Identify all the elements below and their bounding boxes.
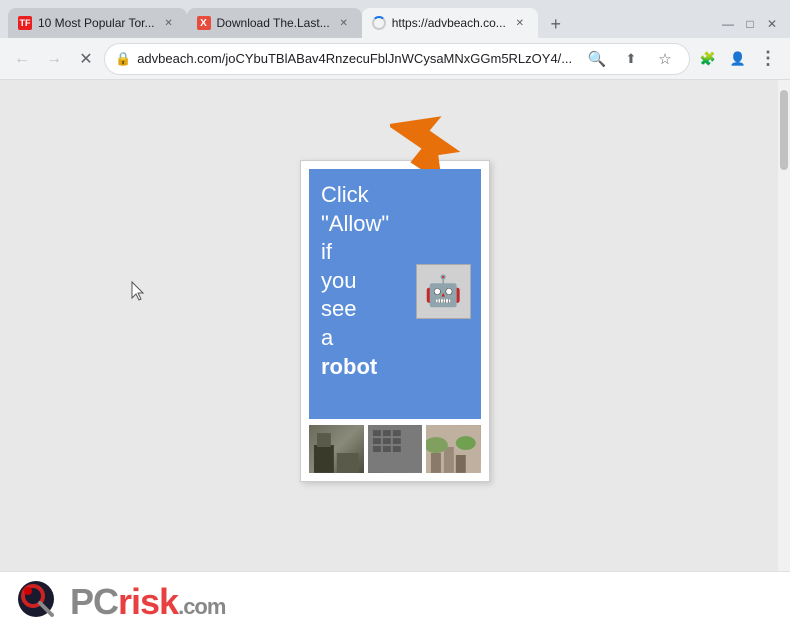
ad-card: Click "Allow" if you see a robot 🤖	[300, 160, 490, 482]
ad-text-line2: "Allow"	[321, 211, 389, 236]
extensions-button[interactable]: 🧩	[694, 45, 722, 73]
address-bar[interactable]: 🔒 advbeach.com/joCYbuTBlABav4RnzecuFblJn…	[104, 43, 690, 75]
tab-2-close[interactable]: ✕	[336, 15, 352, 31]
page-content: Click "Allow" if you see a robot 🤖	[0, 80, 790, 571]
maximize-button[interactable]: □	[740, 14, 760, 34]
ad-thumbnails	[309, 425, 481, 473]
ad-text-line5: see	[321, 296, 356, 321]
logo-risk: risk	[118, 581, 178, 622]
tab-3-loading-spinner	[372, 16, 386, 30]
logo-pc: PC	[70, 581, 118, 622]
tab-1-close[interactable]: ✕	[161, 15, 177, 31]
forward-button[interactable]: →	[40, 45, 68, 73]
scrollbar-thumb[interactable]	[780, 90, 788, 170]
tab-3[interactable]: https://advbeach.co... ✕	[362, 8, 538, 38]
ad-text-line3: if	[321, 239, 332, 264]
page-footer: PCrisk.com	[0, 571, 790, 631]
bookmark-icon[interactable]: ☆	[651, 45, 679, 73]
thumb-3-detail	[426, 425, 481, 473]
ad-text-line4: you	[321, 268, 356, 293]
search-icon[interactable]: 🔍	[583, 45, 611, 73]
logo-text: PCrisk.com	[70, 581, 225, 623]
menu-button[interactable]: ⋮	[754, 45, 782, 73]
share-icon[interactable]: ⬆	[617, 45, 645, 73]
thumbnail-2	[368, 425, 423, 473]
ad-text-line6: a	[321, 325, 333, 350]
thumbnail-1	[309, 425, 364, 473]
tab-2[interactable]: X Download The.Last... ✕	[187, 8, 362, 38]
tab-3-label: https://advbeach.co...	[392, 16, 506, 30]
close-button[interactable]: ✕	[762, 14, 782, 34]
toolbar: ← → ✕ 🔒 advbeach.com/joCYbuTBlABav4Rnzec…	[0, 38, 790, 80]
logo-com: .com	[178, 594, 225, 619]
new-tab-button[interactable]: +	[542, 10, 570, 38]
tab-1-label: 10 Most Popular Tor...	[38, 16, 155, 30]
ad-text-line7: robot	[321, 354, 377, 379]
lock-icon: 🔒	[115, 51, 131, 67]
thumbnail-3	[426, 425, 481, 473]
robot-icon: 🤖	[425, 274, 462, 309]
ad-main-panel: Click "Allow" if you see a robot 🤖	[309, 169, 481, 419]
reload-button[interactable]: ✕	[72, 45, 100, 73]
arrow-svg	[390, 88, 480, 178]
minimize-button[interactable]: —	[718, 14, 738, 34]
thumb-1-detail	[309, 425, 364, 473]
logo-icon	[16, 579, 62, 625]
logo-container: PCrisk.com	[16, 579, 225, 625]
thumb-2-detail	[368, 425, 423, 473]
tab-2-favicon: X	[197, 16, 211, 30]
tab-2-label: Download The.Last...	[217, 16, 330, 30]
window-controls: — □ ✕	[718, 14, 782, 38]
tab-3-close[interactable]: ✕	[512, 15, 528, 31]
address-text: advbeach.com/joCYbuTBlABav4RnzecuFblJnWC…	[137, 51, 577, 66]
tab-1-favicon: TF	[18, 16, 32, 30]
toolbar-icons: 🧩 👤 ⋮	[694, 45, 782, 73]
tab-bar: TF 10 Most Popular Tor... ✕ X Download T…	[0, 0, 790, 38]
tab-1[interactable]: TF 10 Most Popular Tor... ✕	[8, 8, 187, 38]
profile-button[interactable]: 👤	[724, 45, 752, 73]
back-button[interactable]: ←	[8, 45, 36, 73]
robot-image: 🤖	[416, 264, 471, 319]
scrollbar[interactable]	[778, 80, 790, 571]
ad-text-line1: Click	[321, 182, 369, 207]
